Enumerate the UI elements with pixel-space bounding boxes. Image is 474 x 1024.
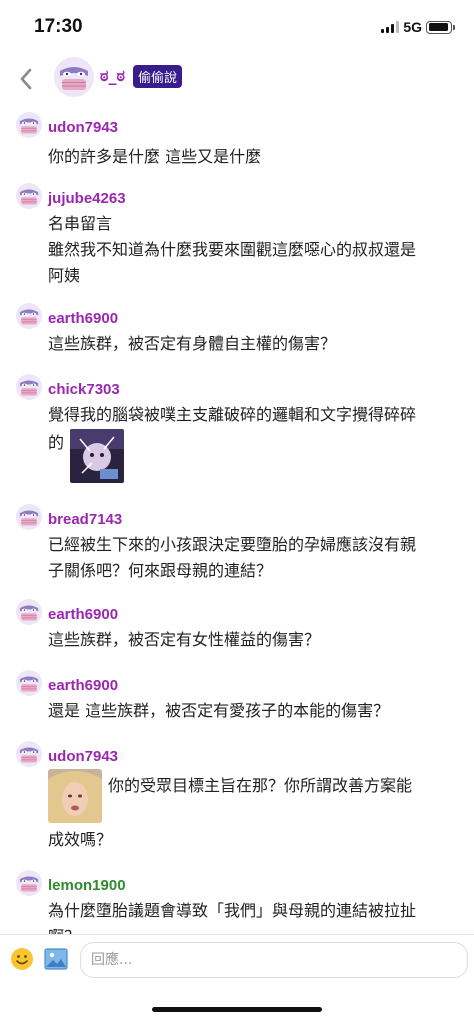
comment-username[interactable]: udon7943 bbox=[48, 748, 118, 765]
mask-avatar-icon[interactable] bbox=[16, 599, 42, 625]
header-username[interactable]: ಠ_ಠ bbox=[100, 66, 125, 86]
comment-feed[interactable]: udon7943 你的許多是什麼 這些又是什麼 jujube4263 名串留言 … bbox=[0, 108, 474, 934]
status-bar: 17:30 5G bbox=[0, 0, 474, 56]
comment-username[interactable]: jujube4263 bbox=[48, 190, 126, 207]
back-button[interactable] bbox=[12, 62, 40, 96]
mask-avatar-icon[interactable] bbox=[16, 741, 42, 767]
mask-avatar-icon[interactable] bbox=[16, 112, 42, 138]
emoji-icon[interactable] bbox=[10, 947, 34, 971]
mask-avatar-icon[interactable] bbox=[16, 670, 42, 696]
comment-text-continued: 成效嗎？ bbox=[48, 830, 113, 849]
reply-bar bbox=[0, 934, 474, 984]
signal-icon bbox=[381, 21, 400, 33]
header: ಠ_ಠ 偷偷說 bbox=[0, 56, 474, 102]
comment-username[interactable]: lemon1900 bbox=[48, 877, 126, 894]
mask-avatar-icon[interactable] bbox=[16, 303, 42, 329]
comment-username[interactable]: bread7143 bbox=[48, 511, 122, 528]
chevron-left-icon bbox=[20, 68, 32, 90]
status-time: 17:30 bbox=[34, 16, 83, 37]
photo-image[interactable] bbox=[48, 769, 102, 823]
comment-text: 為什麼墮胎議題會導致「我們」與母親的連結被拉扯 啊？ bbox=[48, 901, 417, 934]
status-indicators: 5G bbox=[381, 19, 455, 35]
comment-text: 這些族群，被否定有身體自主權的傷害？ bbox=[48, 334, 337, 353]
mask-avatar-icon[interactable] bbox=[16, 183, 42, 209]
mask-avatar-icon[interactable] bbox=[54, 57, 94, 97]
comment-text: 你的受眾目標主旨在那？你所謂改善方案能 bbox=[108, 776, 413, 795]
comment-username[interactable]: earth6900 bbox=[48, 677, 118, 694]
reply-input[interactable] bbox=[80, 942, 468, 978]
comment-text: 你的許多是什麼 這些又是什麼 bbox=[48, 147, 262, 166]
comment-text: 名串留言 雖然我不知道為什麼我要來圍觀這麼噁心的叔叔還是 阿姨 bbox=[48, 214, 417, 285]
comment-username[interactable]: udon7943 bbox=[48, 119, 118, 136]
image-upload-icon[interactable] bbox=[44, 948, 68, 970]
sticker-image[interactable] bbox=[70, 429, 124, 483]
comment-username[interactable]: earth6900 bbox=[48, 606, 118, 623]
anonymous-badge: 偷偷說 bbox=[133, 65, 183, 88]
battery-icon bbox=[426, 20, 455, 34]
comment-text: 已經被生下來的小孩跟決定要墮胎的孕婦應該沒有親 子關係吧？何來跟母親的連結？ bbox=[48, 535, 417, 580]
comment-text: 這些族群，被否定有女性權益的傷害？ bbox=[48, 630, 321, 649]
network-label: 5G bbox=[403, 19, 422, 35]
comment-text-tail: 的 bbox=[48, 433, 65, 452]
mask-avatar-icon[interactable] bbox=[16, 870, 42, 896]
comment-text: 覺得我的腦袋被噗主支離破碎的邏輯和文字攪得碎碎 bbox=[48, 405, 417, 424]
mask-avatar-icon[interactable] bbox=[16, 374, 42, 400]
mask-avatar-icon[interactable] bbox=[16, 504, 42, 530]
home-indicator[interactable] bbox=[152, 1007, 322, 1012]
comment-text: 還是 這些族群，被否定有愛孩子的本能的傷害？ bbox=[48, 701, 390, 720]
battery-fill bbox=[428, 23, 449, 31]
comment-username[interactable]: chick7303 bbox=[48, 381, 120, 398]
comment-username[interactable]: earth6900 bbox=[48, 310, 118, 327]
